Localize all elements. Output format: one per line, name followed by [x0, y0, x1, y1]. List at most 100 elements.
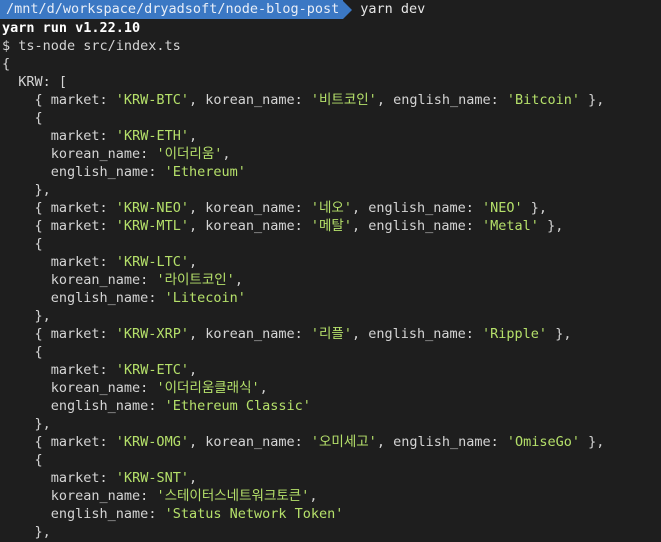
- output-line: { market: 'KRW-OMG', korean_name: '오미세고'…: [0, 433, 661, 451]
- string-value: 'KRW-SNT': [115, 470, 189, 486]
- string-value: 'Bitcoin': [506, 92, 581, 108]
- output-line: {: [0, 451, 661, 469]
- output-line: market: 'KRW-ETH',: [0, 127, 661, 145]
- prompt-arrow-icon: [343, 0, 353, 19]
- string-value: '오미세고': [310, 434, 377, 450]
- string-value: '이더리움': [156, 146, 223, 162]
- string-value: 'KRW-OMG': [115, 434, 189, 450]
- code-text: ,: [234, 272, 243, 288]
- code-text: { market:: [34, 326, 116, 342]
- output-line: { market: 'KRW-BTC', korean_name: '비트코인'…: [0, 91, 661, 109]
- code-text: , english_name:: [351, 326, 483, 342]
- prompt-command: yarn dev: [360, 1, 426, 17]
- output-line: { market: 'KRW-MTL', korean_name: '메탈', …: [0, 217, 661, 235]
- string-value: 'KRW-BTC': [115, 92, 189, 108]
- code-text: english_name:: [50, 398, 165, 414]
- string-value: 'Ethereum': [164, 164, 246, 180]
- string-value: 'NEO': [482, 200, 523, 216]
- code-text: korean_name:: [50, 272, 157, 288]
- prompt-line: /mnt/d/workspace/dryadsoft/node-blog-pos…: [0, 0, 661, 19]
- string-value: 'KRW-ETH': [115, 128, 189, 144]
- output-line: { market: 'KRW-NEO', korean_name: '네오', …: [0, 199, 661, 217]
- code-text: },: [580, 434, 605, 450]
- code-text: { market:: [34, 218, 116, 234]
- string-value: '이더리움클래식': [156, 380, 260, 396]
- code-text: korean_name:: [50, 488, 157, 504]
- code-text: , korean_name:: [188, 326, 311, 342]
- code-text: ,: [188, 254, 198, 270]
- code-text: {: [34, 344, 43, 360]
- string-value: 'OmiseGo': [506, 434, 581, 450]
- code-text: english_name:: [50, 506, 165, 522]
- output-line: {: [0, 109, 661, 127]
- string-value: 'KRW-MTL': [115, 218, 189, 234]
- code-text: market:: [50, 362, 116, 378]
- output-line: english_name: 'Ethereum': [0, 163, 661, 181]
- output-line: market: 'KRW-SNT',: [0, 469, 661, 487]
- code-text: { market:: [34, 200, 116, 216]
- code-text: },: [547, 326, 572, 342]
- string-value: '네오': [310, 200, 352, 216]
- code-text: {: [34, 452, 43, 468]
- code-text: { market:: [34, 434, 116, 450]
- output-line: english_name: 'Ethereum Classic': [0, 397, 661, 415]
- output-line: market: 'KRW-LTC',: [0, 253, 661, 271]
- code-text: , english_name:: [376, 92, 507, 108]
- prompt-path: /mnt/d/workspace/dryadsoft/node-blog-pos…: [0, 0, 344, 19]
- code-text: },: [580, 92, 605, 108]
- code-text: , english_name:: [376, 434, 507, 450]
- output-line: },: [0, 181, 661, 199]
- output-line: },: [0, 307, 661, 325]
- code-text: },: [34, 524, 51, 540]
- open-brace: {: [2, 56, 11, 72]
- output-line: english_name: 'Status Network Token': [0, 505, 661, 523]
- terminal-window[interactable]: /mnt/d/workspace/dryadsoft/node-blog-pos…: [0, 0, 661, 542]
- string-value: '라이트코인': [156, 272, 235, 288]
- code-text: market:: [50, 470, 116, 486]
- string-value: 'Ripple': [482, 326, 548, 342]
- code-text: , korean_name:: [188, 200, 311, 216]
- code-text: market:: [50, 254, 116, 270]
- output-line: korean_name: '이더리움',: [0, 145, 661, 163]
- code-text: { market:: [34, 92, 116, 108]
- string-value: 'KRW-XRP': [115, 326, 189, 342]
- output-line: korean_name: '스테이터스네트워크토큰',: [0, 487, 661, 505]
- string-value: 'Metal': [482, 218, 539, 234]
- code-text: ,: [188, 128, 198, 144]
- output-line: {: [0, 343, 661, 361]
- output-line: korean_name: '라이트코인',: [0, 271, 661, 289]
- string-value: 'KRW-ETC': [115, 362, 189, 378]
- output-lines: { market: 'KRW-BTC', korean_name: '비트코인'…: [0, 91, 661, 541]
- string-value: 'KRW-NEO': [115, 200, 189, 216]
- code-text: ,: [309, 488, 318, 504]
- code-text: korean_name:: [50, 146, 157, 162]
- output-line: korean_name: '이더리움클래식',: [0, 379, 661, 397]
- code-text: , korean_name:: [188, 218, 311, 234]
- output-line: {: [0, 235, 661, 253]
- string-value: 'KRW-LTC': [115, 254, 189, 270]
- string-value: '메탈': [310, 218, 352, 234]
- code-text: , english_name:: [351, 218, 483, 234]
- string-value: '스테이터스네트워크토큰': [156, 488, 310, 504]
- code-text: },: [538, 218, 564, 234]
- yarn-header: yarn run v1.22.10: [2, 20, 141, 36]
- code-text: },: [522, 200, 548, 216]
